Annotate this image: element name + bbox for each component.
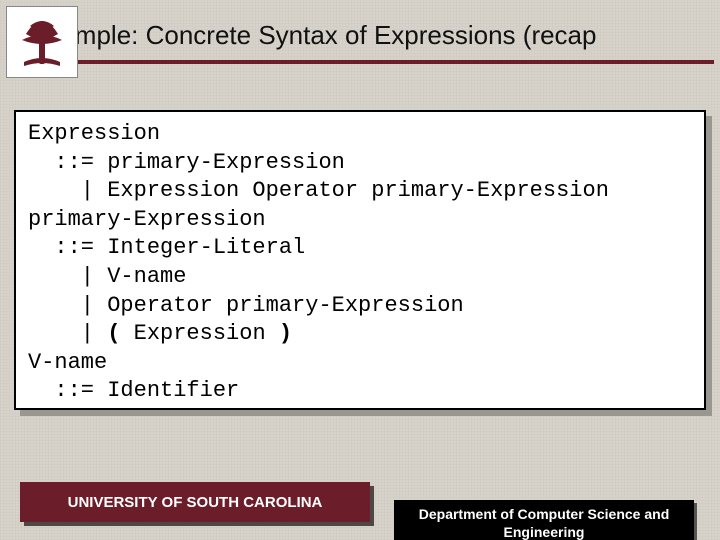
grammar-panel: Expression ::= primary-Expression | Expr… xyxy=(14,110,706,410)
slide-title: Example: Concrete Syntax of Expressions … xyxy=(30,20,720,51)
usc-logo xyxy=(6,6,78,78)
grammar-line: primary-Expression xyxy=(28,207,266,232)
grammar-line-prefix: | xyxy=(28,321,107,346)
footer-university-text: UNIVERSITY OF SOUTH CAROLINA xyxy=(68,494,323,511)
grammar-terminal-lparen: ( xyxy=(107,321,120,346)
grammar-terminal-rparen: ) xyxy=(279,321,292,346)
grammar-line: ::= primary-Expression xyxy=(28,150,345,175)
grammar-line: | Operator primary-Expression xyxy=(28,293,464,318)
grammar-line: Expression xyxy=(28,121,160,146)
grammar-line: V-name xyxy=(28,350,107,375)
grammar-line: ::= Integer-Literal xyxy=(28,235,305,260)
title-divider xyxy=(12,60,714,64)
palmetto-seal-icon xyxy=(14,14,70,70)
grammar-line: ::= Identifier xyxy=(28,378,239,403)
slide-title-area: Example: Concrete Syntax of Expressions … xyxy=(30,20,720,51)
grammar-line-mid: Expression xyxy=(120,321,278,346)
footer-university-band: UNIVERSITY OF SOUTH CAROLINA xyxy=(20,482,370,522)
grammar-line: | V-name xyxy=(28,264,186,289)
footer-department-text: Department of Computer Science and Engin… xyxy=(394,500,694,540)
grammar-content: Expression ::= primary-Expression | Expr… xyxy=(14,110,706,410)
grammar-line: | Expression Operator primary-Expression xyxy=(28,178,609,203)
footer-department-band: Department of Computer Science and Engin… xyxy=(394,500,694,540)
